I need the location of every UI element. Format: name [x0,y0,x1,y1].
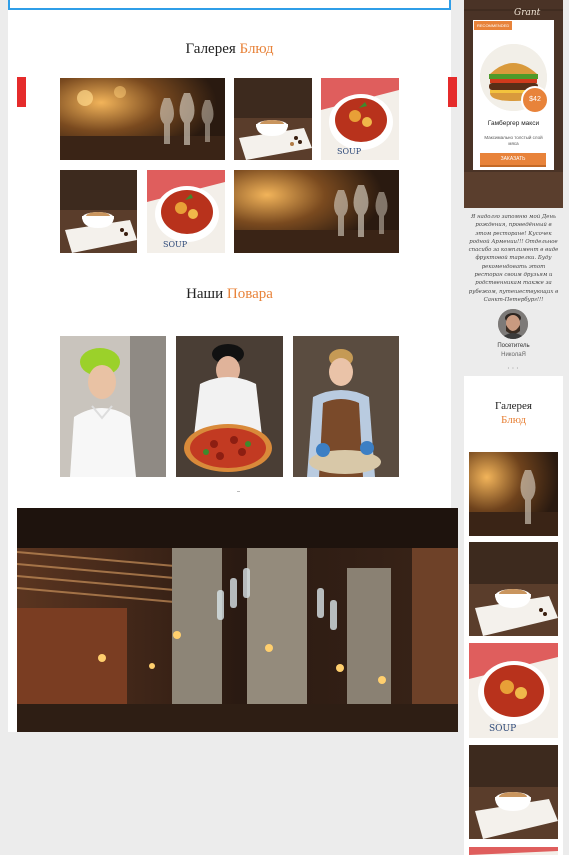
chefs-title-main: Наши [186,286,224,302]
restaurant-interior-photo [17,508,458,732]
avatar [498,309,528,339]
chefs-pagination [237,491,240,492]
gallery-title-main: Галерея [185,41,236,57]
promo-badge: RECOMMENDED [474,21,512,30]
page: Галерея Блюд SOUP SOUP Наши Повара Grant… [0,0,569,855]
gallery-prev-arrow[interactable] [17,77,26,107]
chef-woman-photo[interactable] [60,336,166,477]
gallery-title: Галерея Блюд [8,41,451,58]
soup-bowl-photo[interactable]: SOUP [147,170,225,253]
glasses-table-photo[interactable] [234,170,399,253]
top-content-box [8,0,451,10]
testimonial: Я надолго запомню мой День рождения, про… [464,208,563,373]
testimonial-text: Я надолго запомню мой День рождения, про… [468,214,559,303]
soup-bowl-photo[interactable]: SOUP [469,643,558,738]
coffee-cup-photo[interactable] [469,745,558,839]
coffee-cup-photo[interactable] [469,542,558,636]
sidebar-gallery-title-main: Галерея [495,400,532,412]
main-column: Галерея Блюд SOUP SOUP Наши Повара [8,0,458,732]
chefs-title-accent: Повара [226,286,273,302]
svg-text:SOUP: SOUP [163,240,188,249]
promo-brand-logo: Grant [514,8,541,18]
coffee-cup-photo[interactable] [60,170,137,253]
chef-cooking-photo[interactable] [293,336,399,477]
gallery-next-arrow[interactable] [448,77,457,107]
glasses-table-photo[interactable] [60,78,225,160]
glasses-table-photo[interactable] [469,452,558,536]
promo-dish-name: Гамбергер макси [487,120,540,127]
order-button[interactable]: ЗАКАЗАТЬ [480,153,546,165]
coffee-cup-photo[interactable] [234,78,312,160]
sidebar-gallery-title: Галерея Блюд [464,399,563,427]
chef-pizza-photo[interactable] [176,336,283,477]
promo-price-badge: $42 [521,86,549,114]
gallery-title-accent: Блюд [239,41,274,57]
testimonial-role: Посетитель [497,343,530,349]
soup-bowl-photo[interactable]: SOUP [321,78,399,160]
chefs-title: Наши Повара [8,286,451,303]
svg-text:SOUP: SOUP [337,147,362,156]
svg-text:SOUP: SOUP [489,724,516,734]
sidebar-gallery-title-accent: Блюд [501,414,526,426]
promo-dish-description: Максимально толстый слой мяса [484,135,543,146]
sidebar-gallery: Галерея Блюд SOUP [464,376,563,855]
soup-bowl-photo[interactable] [469,847,558,855]
testimonial-pagination[interactable]: • • • [464,365,563,370]
testimonial-author: НиколаЯ [501,352,526,358]
